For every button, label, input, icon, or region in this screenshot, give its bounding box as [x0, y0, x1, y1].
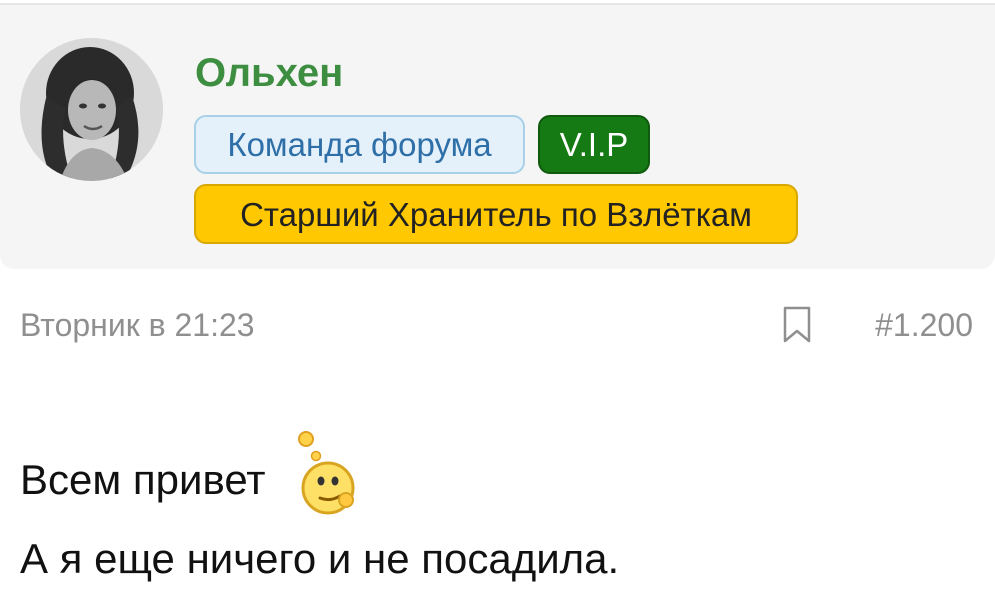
- avatar[interactable]: [20, 38, 163, 181]
- message-line: Всем привет: [20, 431, 970, 526]
- author-card: Ольхен Команда форума V.I.P Старший Хран…: [0, 3, 995, 269]
- post-message: Всем привет А я еще ничего и не посадила…: [20, 431, 970, 592]
- message-line-text: А я еще ничего и не посадила.: [20, 535, 620, 582]
- message-line-text: Всем привет: [20, 456, 266, 504]
- thinking-smiley-icon: [292, 430, 360, 516]
- rank-title-badge: Старший Хранитель по Взлёткам: [194, 184, 798, 244]
- bookmark-icon[interactable]: [782, 305, 812, 345]
- vip-badge: V.I.P: [538, 115, 650, 174]
- post-date[interactable]: Вторник в 21:23: [20, 305, 255, 345]
- forum-post: Ольхен Команда форума V.I.P Старший Хран…: [0, 0, 995, 612]
- post-number-link[interactable]: #1.200: [875, 305, 973, 345]
- author-name[interactable]: Ольхен: [195, 49, 343, 97]
- team-badge: Команда форума: [194, 115, 525, 174]
